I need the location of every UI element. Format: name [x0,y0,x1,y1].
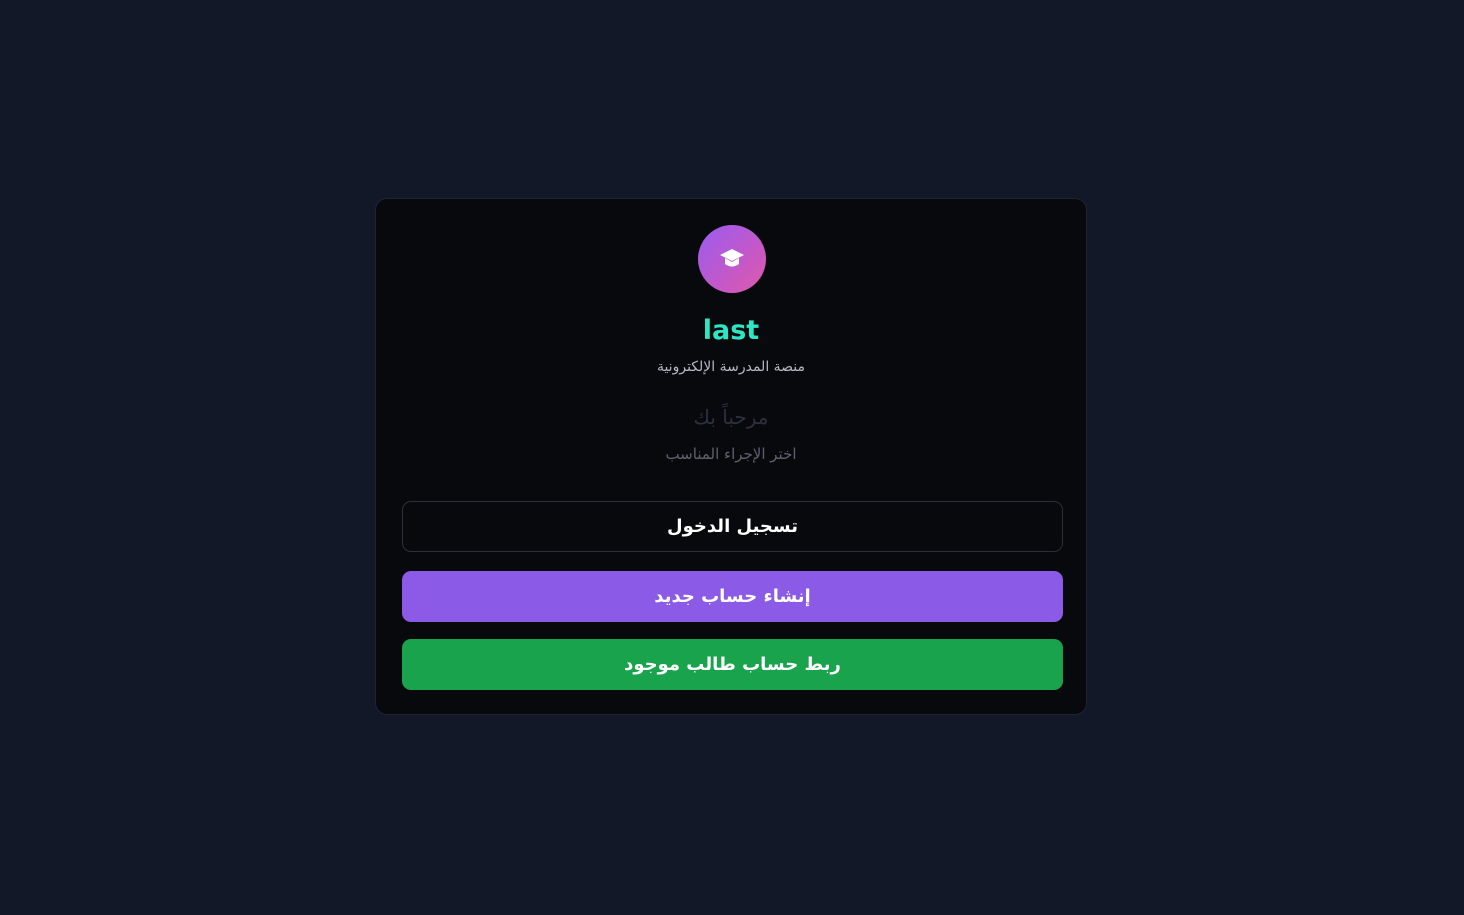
app-subtitle: منصة المدرسة الإلكترونية [656,359,806,375]
graduation-cap-icon [719,247,745,271]
welcome-heading: مرحباً بك [693,405,769,429]
logo [698,225,766,293]
welcome-card: last منصة المدرسة الإلكترونية مرحباً بك … [375,198,1087,715]
login-button[interactable]: تسجيل الدخول [402,501,1063,552]
action-hint: اختر الإجراء المناسب [665,445,797,463]
page: last منصة المدرسة الإلكترونية مرحباً بك … [0,0,1464,915]
register-button[interactable]: إنشاء حساب جديد [402,571,1063,622]
link-student-account-button[interactable]: ربط حساب طالب موجود [402,639,1063,690]
app-title: last [702,315,760,346]
